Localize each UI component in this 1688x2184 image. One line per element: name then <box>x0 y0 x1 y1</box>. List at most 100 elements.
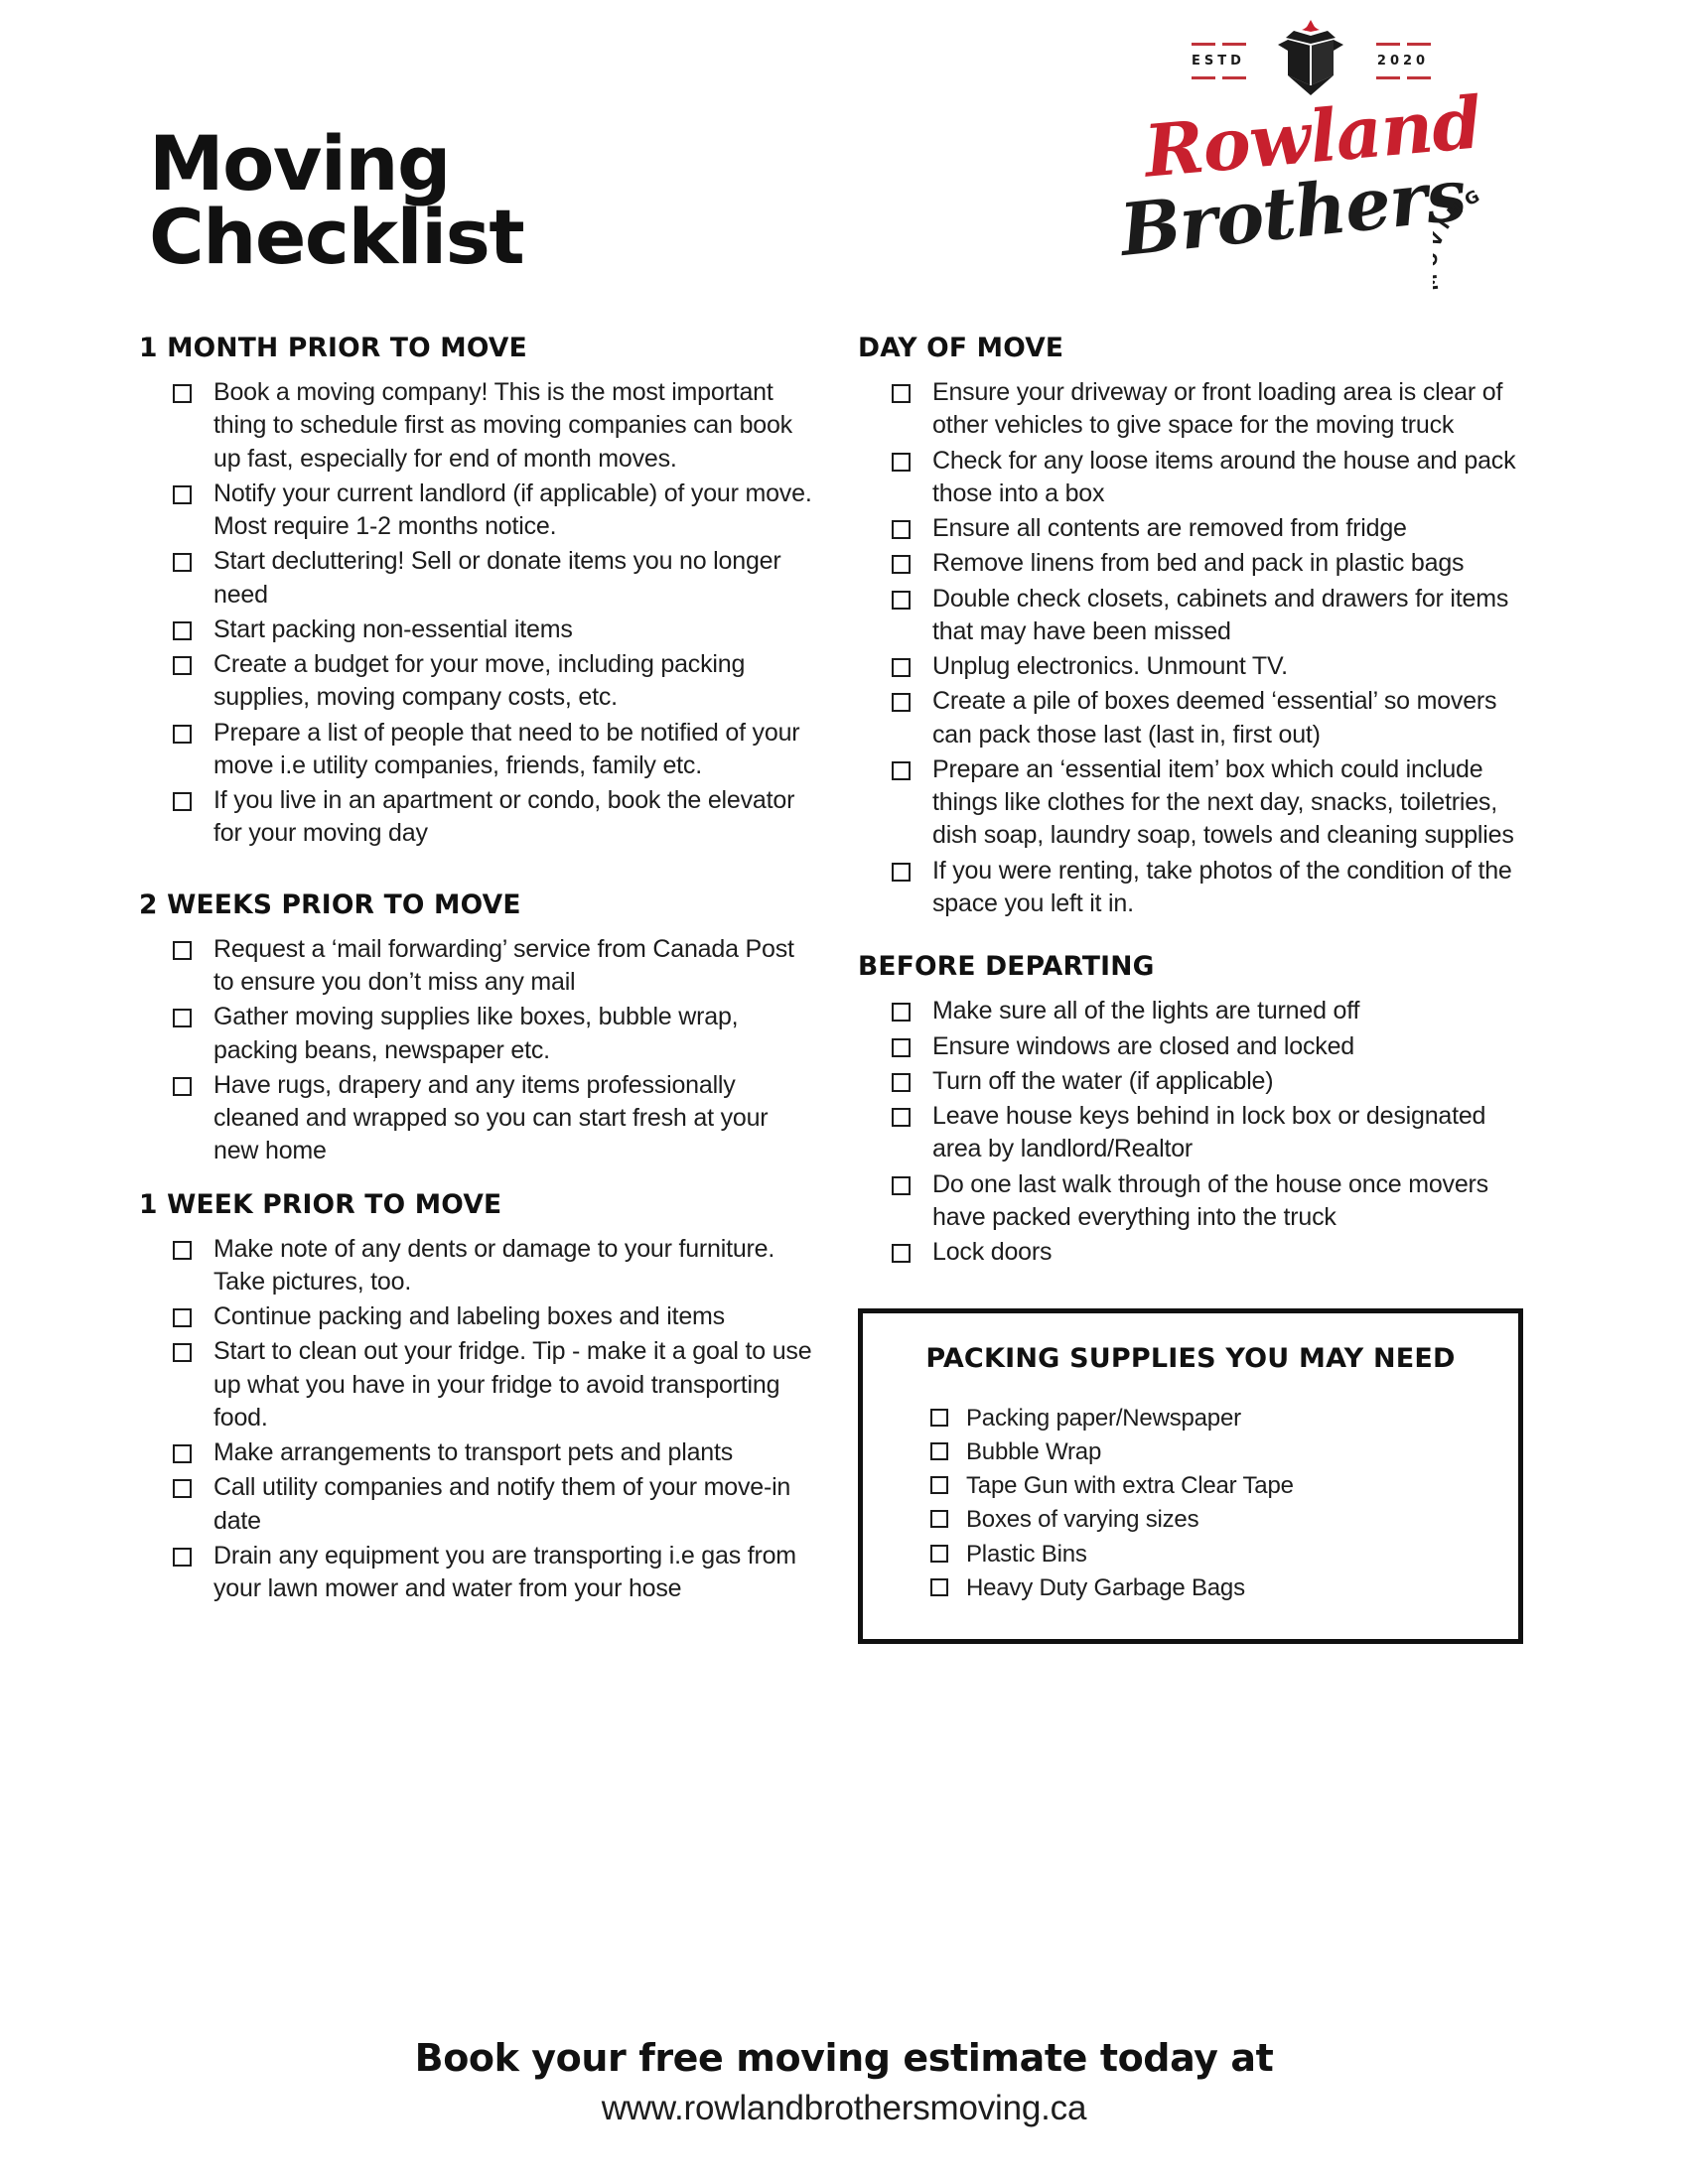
checkbox-icon[interactable] <box>892 862 911 882</box>
footer-website-url[interactable]: www.rowlandbrothersmoving.ca <box>0 2089 1688 2128</box>
checkbox-icon[interactable] <box>930 1544 948 1563</box>
checkbox-icon[interactable] <box>892 1003 911 1023</box>
checklist-two-weeks-prior: Request a ‘mail forwarding’ service from… <box>139 933 816 1168</box>
list-item-label: Have rugs, drapery and any items profess… <box>213 1070 769 1165</box>
list-item[interactable]: Start packing non-essential items <box>139 614 816 646</box>
list-item[interactable]: Ensure your driveway or front loading ar… <box>858 376 1535 443</box>
list-item[interactable]: Remove linens from bed and pack in plast… <box>858 547 1535 580</box>
list-item-label: Create a budget for your move, including… <box>213 650 746 712</box>
list-item[interactable]: Notify your current landlord (if applica… <box>139 478 816 544</box>
brand-tagline-text: MOVING <box>1433 184 1488 292</box>
list-item[interactable]: Continue packing and labeling boxes and … <box>139 1300 816 1333</box>
checkbox-icon[interactable] <box>892 1072 911 1092</box>
list-item[interactable]: Start decluttering! Sell or donate items… <box>139 545 816 612</box>
list-item[interactable]: Drain any equipment you are transporting… <box>139 1540 816 1606</box>
checkbox-icon[interactable] <box>930 1442 948 1461</box>
list-item[interactable]: Prepare an ‘essential item’ box which co… <box>858 753 1535 853</box>
checkbox-icon[interactable] <box>173 1479 192 1499</box>
list-item-label: Create a pile of boxes deemed ‘essential… <box>932 687 1497 749</box>
list-item[interactable]: Check for any loose items around the hou… <box>858 445 1535 511</box>
list-item[interactable]: Heavy Duty Garbage Bags <box>883 1571 1498 1605</box>
list-item[interactable]: Ensure windows are closed and locked <box>858 1030 1535 1063</box>
list-item[interactable]: Ensure all contents are removed from fri… <box>858 512 1535 545</box>
list-item-label: Heavy Duty Garbage Bags <box>966 1573 1245 1601</box>
checkbox-icon[interactable] <box>173 1009 192 1028</box>
footer-cta-text: Book your free moving estimate today at <box>414 2036 1274 2081</box>
list-item-label: Start decluttering! Sell or donate items… <box>213 547 781 609</box>
list-item[interactable]: If you live in an apartment or condo, bo… <box>139 784 816 851</box>
checkbox-icon[interactable] <box>173 1343 192 1363</box>
list-item[interactable]: Make arrangements to transport pets and … <box>139 1436 816 1469</box>
checkbox-icon[interactable] <box>173 553 192 573</box>
section-heading-before-departing: BEFORE DEPARTING <box>858 951 1155 983</box>
checkbox-icon[interactable] <box>892 1108 911 1128</box>
checkbox-icon[interactable] <box>892 760 911 780</box>
list-item[interactable]: Have rugs, drapery and any items profess… <box>139 1069 816 1168</box>
list-item[interactable]: Book a moving company! This is the most … <box>139 376 816 476</box>
checkbox-icon[interactable] <box>892 555 911 575</box>
list-item-label: If you were renting, take photos of the … <box>932 856 1512 917</box>
checkbox-icon[interactable] <box>173 1240 192 1260</box>
checkbox-icon[interactable] <box>930 1476 948 1495</box>
section-heading-two-weeks-prior: 2 WEEKS PRIOR TO MOVE <box>139 888 521 920</box>
list-item-label: Do one last walk through of the house on… <box>932 1169 1488 1231</box>
checklist-columns: 1 MONTH PRIOR TO MOVE Book a moving comp… <box>139 334 1549 1644</box>
list-item-label: Check for any loose items around the hou… <box>932 446 1516 507</box>
list-item[interactable]: Prepare a list of people that need to be… <box>139 717 816 783</box>
list-item-label: Make arrangements to transport pets and … <box>213 1438 734 1467</box>
list-item[interactable]: Request a ‘mail forwarding’ service from… <box>139 933 816 1000</box>
list-item[interactable]: Packing paper/Newspaper <box>883 1402 1498 1435</box>
list-item[interactable]: Turn off the water (if applicable) <box>858 1065 1535 1098</box>
checkbox-icon[interactable] <box>892 693 911 713</box>
checkbox-icon[interactable] <box>173 656 192 676</box>
list-item[interactable]: Double check closets, cabinets and drawe… <box>858 583 1535 649</box>
checkbox-icon[interactable] <box>173 724 192 744</box>
checkbox-icon[interactable] <box>930 1577 948 1596</box>
list-item[interactable]: Bubble Wrap <box>883 1435 1498 1469</box>
list-item[interactable]: Lock doors <box>858 1236 1535 1269</box>
list-item[interactable]: Tape Gun with extra Clear Tape <box>883 1469 1498 1503</box>
list-item[interactable]: Create a pile of boxes deemed ‘essential… <box>858 685 1535 751</box>
checkbox-icon[interactable] <box>892 452 911 472</box>
list-item[interactable]: If you were renting, take photos of the … <box>858 855 1535 921</box>
list-item[interactable]: Create a budget for your move, including… <box>139 648 816 715</box>
checkbox-icon[interactable] <box>892 384 911 404</box>
checkbox-icon[interactable] <box>173 384 192 404</box>
checkbox-icon[interactable] <box>173 1308 192 1328</box>
checkbox-icon[interactable] <box>892 520 911 540</box>
checkbox-icon[interactable] <box>892 658 911 678</box>
checkbox-icon[interactable] <box>892 1037 911 1057</box>
open-box-icon <box>1278 20 1343 95</box>
page-header: Moving Checklist ESTD 2020 Rowland Broth… <box>139 0 1549 328</box>
checkbox-icon[interactable] <box>173 1444 192 1464</box>
checkbox-icon[interactable] <box>173 620 192 640</box>
list-item-label: Unplug electronics. Unmount TV. <box>932 652 1288 681</box>
list-item[interactable]: Do one last walk through of the house on… <box>858 1168 1535 1235</box>
list-item[interactable]: Gather moving supplies like boxes, bubbl… <box>139 1001 816 1067</box>
checkbox-icon[interactable] <box>173 1547 192 1567</box>
list-item[interactable]: Boxes of varying sizes <box>883 1503 1498 1537</box>
checklist-page: Moving Checklist ESTD 2020 Rowland Broth… <box>0 0 1688 2184</box>
list-item-label: Call utility companies and notify them o… <box>213 1473 791 1535</box>
checkbox-icon[interactable] <box>892 1175 911 1195</box>
checklist-one-week-prior: Make note of any dents or damage to your… <box>139 1233 816 1606</box>
checkbox-icon[interactable] <box>173 1076 192 1096</box>
checkbox-icon[interactable] <box>930 1510 948 1529</box>
list-item[interactable]: Call utility companies and notify them o… <box>139 1471 816 1538</box>
dash <box>1406 75 1431 79</box>
list-item[interactable]: Unplug electronics. Unmount TV. <box>858 650 1535 683</box>
checkbox-icon[interactable] <box>930 1409 948 1428</box>
list-item[interactable]: Make sure all of the lights are turned o… <box>858 995 1535 1027</box>
checkbox-icon[interactable] <box>892 590 911 610</box>
logo-estd-label: ESTD <box>1192 53 1245 68</box>
right-column: DAY OF MOVE Ensure your driveway or fron… <box>858 334 1535 1644</box>
logo-estd-group: ESTD <box>1175 42 1262 79</box>
list-item[interactable]: Start to clean out your fridge. Tip - ma… <box>139 1335 816 1434</box>
list-item[interactable]: Leave house keys behind in lock box or d… <box>858 1100 1535 1166</box>
list-item[interactable]: Make note of any dents or damage to your… <box>139 1233 816 1299</box>
checkbox-icon[interactable] <box>173 484 192 504</box>
list-item[interactable]: Plastic Bins <box>883 1538 1498 1571</box>
checkbox-icon[interactable] <box>892 1244 911 1264</box>
checkbox-icon[interactable] <box>173 940 192 960</box>
checkbox-icon[interactable] <box>173 792 192 812</box>
